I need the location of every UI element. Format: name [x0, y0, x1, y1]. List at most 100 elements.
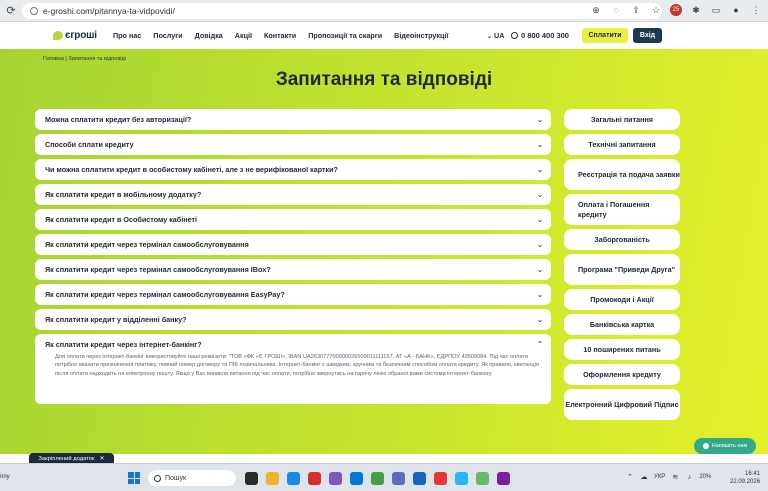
app-icon[interactable]: [476, 472, 489, 485]
category-payment[interactable]: Оплата і Погашення кредиту: [564, 194, 680, 225]
file-explorer-icon[interactable]: [266, 472, 279, 485]
login-button[interactable]: Вхід: [633, 28, 662, 43]
language-switcher[interactable]: ⌄ UA: [487, 31, 504, 40]
faq-item[interactable]: Чи можна сплатити кредит в особистому ка…: [35, 159, 551, 180]
viber-icon[interactable]: [497, 472, 510, 485]
clock-date: 22.09.2026: [730, 479, 761, 485]
extension-badge-icon[interactable]: 25: [670, 4, 682, 16]
chat-button[interactable]: Напишіть нам: [694, 438, 756, 454]
faq-item[interactable]: Як сплатити кредит через термінал самооб…: [35, 259, 551, 280]
url-text: e-groshi.com/pitannya-ta-vidpovidi/: [43, 6, 175, 16]
faq-item[interactable]: Як сплатити кредит через термінал самооб…: [35, 234, 551, 255]
pay-button[interactable]: Сплатити: [582, 28, 628, 43]
faq-item[interactable]: Можна сплатити кредит без авторизації? ⌄: [35, 109, 551, 130]
category-registration[interactable]: Реєстрація та подача заявки: [564, 159, 680, 190]
nav-feedback[interactable]: Пропозиції та скарги: [308, 31, 382, 40]
faq-question: Як сплатити кредит в мобільному додатку?: [45, 190, 202, 199]
task-view-icon[interactable]: [245, 472, 258, 485]
taskbar-search[interactable]: Пошук: [148, 470, 236, 486]
nav-services[interactable]: Послуги: [153, 31, 182, 40]
nav-about[interactable]: Про нас: [113, 31, 141, 40]
faq-list: Можна сплатити кредит без авторизації? ⌄…: [35, 109, 551, 408]
nav-video[interactable]: Відеоінструкції: [394, 31, 448, 40]
faq-item-expanded[interactable]: Як сплатити кредит через інтернет-банкін…: [35, 334, 551, 404]
wifi-icon[interactable]: ≋: [671, 473, 679, 481]
category-technical[interactable]: Технічні запитання: [564, 134, 680, 155]
site-header: єгроші Про нас Послуги Довідка Акції Кон…: [0, 22, 768, 49]
chat-label: Напишіть нам: [711, 443, 748, 449]
category-loan-application[interactable]: Оформлення кредиту: [564, 364, 680, 385]
category-promocodes[interactable]: Промокоди і Акції: [564, 289, 680, 310]
nav-promos[interactable]: Акції: [235, 31, 252, 40]
faq-question: Способи сплати кредиту: [45, 140, 134, 149]
category-debt[interactable]: Заборгованість: [564, 229, 680, 250]
app-icon[interactable]: [371, 472, 384, 485]
faq-question: Як сплатити кредит через інтернет-банкін…: [45, 340, 202, 349]
faq-question: Чи можна сплатити кредит в особистому ка…: [45, 165, 338, 174]
sidepanel-icon[interactable]: ▭: [710, 4, 722, 16]
chevron-up-icon[interactable]: ⌃: [626, 473, 634, 481]
nav-help[interactable]: Довідка: [195, 31, 223, 40]
reload-icon[interactable]: ⟳: [4, 4, 18, 18]
faq-question: Як сплатити кредит через термінал самооб…: [45, 240, 249, 249]
phone-number: 0 800 400 300: [521, 31, 569, 40]
weather-text[interactable]: nny: [0, 474, 10, 480]
breadcrumb[interactable]: Головна | Запитання та відповіді: [43, 56, 126, 62]
faq-item[interactable]: Як сплатити кредит в Особистому кабінеті…: [35, 209, 551, 230]
app-icon[interactable]: [308, 472, 321, 485]
chevron-down-icon: ⌄: [536, 214, 544, 224]
chevron-down-icon: ⌄: [536, 264, 544, 274]
category-bank-card[interactable]: Банківська картка: [564, 314, 680, 335]
address-bar[interactable]: e-groshi.com/pitannya-ta-vidpovidi/: [22, 3, 662, 19]
chevron-down-icon: ⌄: [536, 314, 544, 324]
app-icon[interactable]: [413, 472, 426, 485]
faq-question: Як сплатити кредит через термінал самооб…: [45, 265, 271, 274]
zoom-icon[interactable]: ⊕: [590, 4, 602, 16]
chevron-down-icon: ⌄: [536, 114, 544, 124]
close-icon[interactable]: ✕: [100, 455, 105, 462]
extensions-icon[interactable]: ✱: [690, 4, 702, 16]
input-language[interactable]: УКР: [654, 474, 665, 480]
faq-item[interactable]: Як сплатити кредит через термінал самооб…: [35, 284, 551, 305]
site-logo[interactable]: єгроші: [53, 30, 97, 41]
chrome-icon[interactable]: [434, 472, 447, 485]
app-icon[interactable]: [329, 472, 342, 485]
chevron-down-icon: ⌄: [536, 239, 544, 249]
nav-contacts[interactable]: Контакти: [264, 31, 296, 40]
chevron-down-icon: ⌄: [536, 164, 544, 174]
category-e-signature[interactable]: Електронний Цифровий Підпис: [564, 389, 680, 420]
chevron-up-icon: ⌃: [536, 339, 544, 349]
profile-icon[interactable]: ●: [730, 4, 742, 16]
taskbar-clock[interactable]: 16:41 22.09.2026: [730, 470, 760, 486]
main-nav: Про нас Послуги Довідка Акції Контакти П…: [113, 31, 448, 40]
page-footer-strip: [0, 454, 768, 463]
edge-icon[interactable]: [350, 472, 363, 485]
bookmark-star-icon[interactable]: ☆: [650, 4, 662, 16]
category-list: Загальні питання Технічні запитання Реєс…: [564, 109, 680, 424]
volume-icon[interactable]: ♪: [685, 473, 693, 481]
chat-bubble-icon: [702, 443, 709, 449]
app-icon[interactable]: [287, 472, 300, 485]
teams-icon[interactable]: [392, 472, 405, 485]
category-general[interactable]: Загальні питання: [564, 109, 680, 130]
share-icon[interactable]: ⇪: [630, 4, 642, 16]
faq-item[interactable]: Як сплатити кредит в мобільному додатку?…: [35, 184, 551, 205]
cloud-icon[interactable]: ☁: [640, 473, 648, 481]
eye-off-icon[interactable]: ◌: [610, 4, 622, 16]
category-top-questions[interactable]: 10 поширених питань: [564, 339, 680, 360]
browser-toolbar: ⟳ e-groshi.com/pitannya-ta-vidpovidi/ ⊕ …: [0, 0, 768, 22]
faq-item[interactable]: Як сплатити кредит у відділенні банку? ⌄: [35, 309, 551, 330]
menu-icon[interactable]: ⋮: [750, 4, 762, 16]
pinned-app-label: Закріплений додаток: [38, 455, 95, 462]
phone-link[interactable]: 0 800 400 300: [511, 31, 569, 40]
site-info-icon[interactable]: [30, 7, 38, 15]
main-content: Головна | Запитання та відповіді Запитан…: [0, 49, 768, 454]
faq-item[interactable]: Способи сплати кредиту ⌄: [35, 134, 551, 155]
battery-level[interactable]: 20%: [699, 474, 711, 480]
faq-question: Як сплатити кредит через термінал самооб…: [45, 290, 285, 299]
chevron-down-icon: ⌄: [536, 289, 544, 299]
category-referral[interactable]: Програма "Приведи Друга": [564, 254, 680, 285]
logo-text: єгроші: [65, 30, 97, 41]
windows-start-icon[interactable]: [128, 472, 140, 484]
telegram-icon[interactable]: [455, 472, 468, 485]
